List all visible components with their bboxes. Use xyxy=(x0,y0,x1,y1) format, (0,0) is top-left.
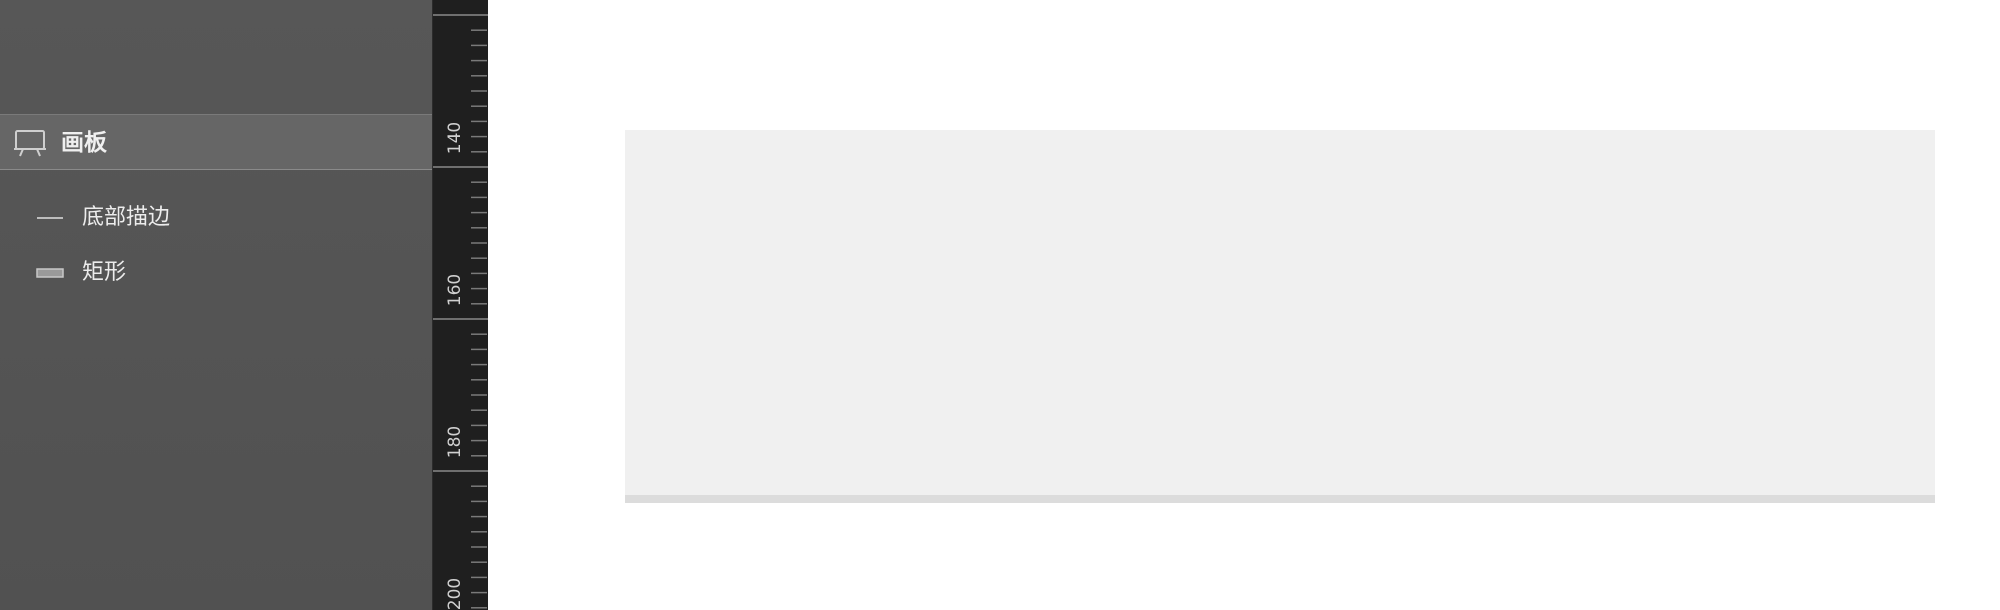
vertical-ruler[interactable]: 140 160 180 200 xyxy=(432,0,489,610)
ruler-label-160: 160 xyxy=(445,273,465,307)
artboard-rectangle[interactable] xyxy=(625,130,1935,495)
artboard-bottom-stroke[interactable] xyxy=(625,495,1935,503)
ruler-label-180: 180 xyxy=(445,425,465,459)
canvas[interactable] xyxy=(488,0,2000,610)
layer-label: 矩形 xyxy=(82,260,127,285)
design-app: 画板 底部描边 矩形 140 160 180 200 xyxy=(0,0,2000,610)
layer-rectangle[interactable]: 矩形 xyxy=(0,251,432,295)
line-icon xyxy=(36,209,64,227)
artboard-label: 画板 xyxy=(61,130,107,156)
layer-artboard[interactable]: 画板 xyxy=(0,114,432,170)
artboard-icon xyxy=(13,129,47,157)
layers-panel: 画板 底部描边 矩形 xyxy=(0,0,432,610)
layer-bottom-stroke[interactable]: 底部描边 xyxy=(0,196,432,240)
layer-label: 底部描边 xyxy=(82,205,171,230)
rectangle-icon xyxy=(36,264,64,282)
ruler-label-140: 140 xyxy=(445,121,465,155)
ruler-label-200: 200 xyxy=(445,577,465,610)
